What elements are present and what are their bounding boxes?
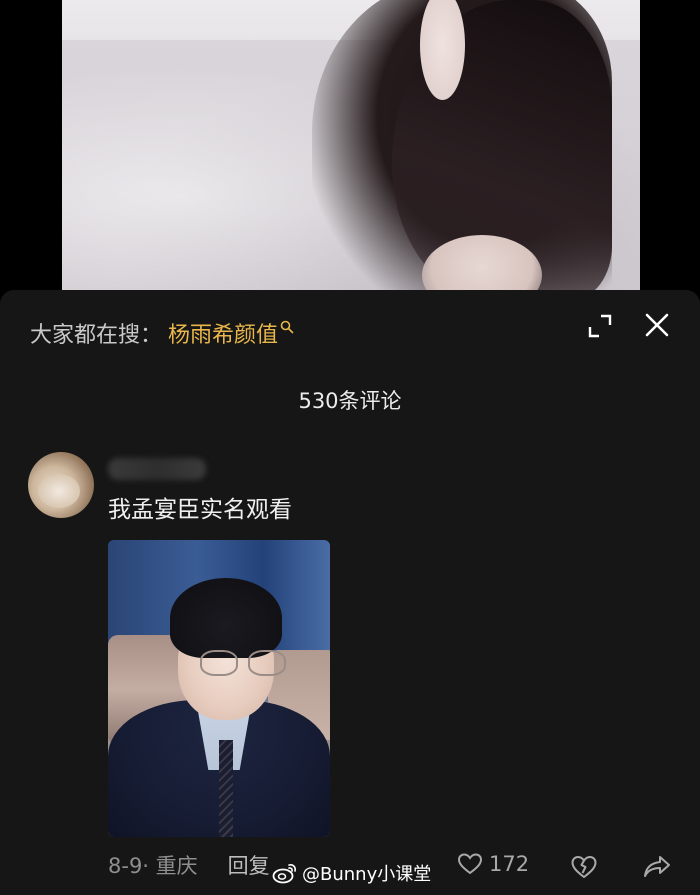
weibo-icon	[272, 864, 296, 884]
username-blurred[interactable]	[108, 458, 206, 480]
comment-count: 530条评论	[298, 389, 402, 413]
photo-hair	[170, 578, 282, 658]
close-icon[interactable]	[644, 312, 670, 338]
comments-panel: 大家都在搜： 杨雨希颜值 530条评论 我孟宴臣实名观看 8-9· 重庆 回复 …	[0, 290, 700, 895]
like-count: 172	[489, 852, 530, 876]
avatar[interactable]	[28, 452, 94, 518]
trending-search-term[interactable]: 杨雨希颜值	[168, 317, 278, 349]
video-player[interactable]	[62, 0, 640, 300]
comment-image[interactable]	[108, 540, 330, 837]
comment-date-location: 8-9· 重庆	[108, 854, 198, 878]
broken-heart-icon[interactable]	[570, 854, 598, 880]
watermark: @Bunny小课堂	[272, 860, 431, 886]
comment-footer: 8-9· 重庆 回复	[108, 850, 270, 880]
photo-tie	[219, 740, 233, 837]
comment-text: 我孟宴臣实名观看	[108, 497, 292, 523]
watermark-text: @Bunny小课堂	[302, 864, 432, 885]
avatar-cat	[38, 474, 80, 508]
search-icon	[280, 320, 294, 334]
share-icon[interactable]	[642, 854, 672, 880]
trending-search[interactable]: 大家都在搜： 杨雨希颜值	[30, 318, 294, 348]
trending-search-prefix: 大家都在搜：	[30, 323, 163, 348]
expand-icon[interactable]	[588, 314, 612, 338]
like-button[interactable]: 172	[457, 852, 529, 876]
heart-icon	[457, 853, 483, 875]
photo-glasses-left	[200, 650, 238, 676]
reply-button[interactable]: 回复	[228, 850, 270, 880]
photo-glasses-right	[248, 650, 286, 676]
